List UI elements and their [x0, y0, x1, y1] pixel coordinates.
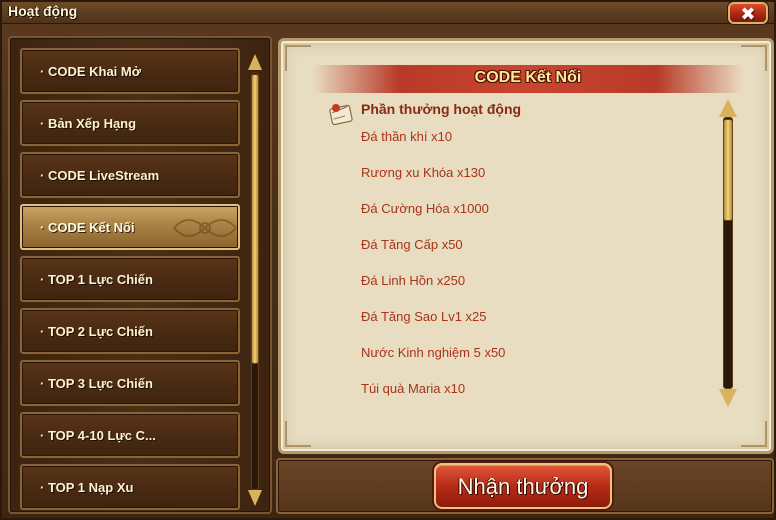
claim-reward-button[interactable]: Nhận thưởng [434, 463, 612, 509]
scroll-letter-icon [329, 104, 353, 126]
rewards-scrollbar[interactable] [719, 99, 737, 407]
detail-header-banner: CODE Kết Nối [313, 65, 743, 93]
arrow-down-icon[interactable] [248, 490, 262, 506]
menu-item-label: · TOP 3 Lực Chiến [40, 376, 153, 391]
menu-item-top1-nap-xu[interactable]: · TOP 1 Nạp Xu [20, 464, 240, 510]
menu-item-label: · TOP 1 Nạp Xu [40, 480, 134, 495]
reward-item: Túi quà Maria x10 [361, 381, 466, 396]
detail-header-title: CODE Kết Nối [474, 69, 582, 86]
corner-ornament [285, 45, 311, 71]
menu-item-label: · CODE Khai Mở [40, 64, 141, 79]
menu-item-code-ket-noi[interactable]: · CODE Kết Nối [20, 204, 240, 250]
reward-item: Đá Cường Hóa x1000 [361, 201, 489, 216]
close-icon: ✖ [740, 4, 756, 24]
corner-ornament [285, 421, 311, 447]
window-title: Hoạt động [8, 3, 78, 19]
menu-item-top1-luc-chien[interactable]: · TOP 1 Lực Chiến [20, 256, 240, 302]
menu-item-code-livestream[interactable]: · CODE LiveStream [20, 152, 240, 198]
menu-item-code-khai-mo[interactable]: · CODE Khai Mở [20, 48, 240, 94]
reward-item: Đá Tăng Cấp x50 [361, 237, 463, 252]
title-bar: Hoạt động [2, 2, 774, 24]
menu-scrollbar[interactable] [248, 54, 262, 506]
corner-ornament [741, 45, 767, 71]
claim-reward-label: Nhận thưởng [457, 474, 589, 499]
event-detail-panel: CODE Kết Nối Phần thưởng hoạt động Đá th… [278, 38, 774, 454]
corner-ornament [741, 421, 767, 447]
reward-item: Đá Linh Hồn x250 [361, 273, 466, 288]
arrow-up-icon[interactable] [248, 54, 262, 70]
reward-item: Đá thần khí x10 [361, 129, 453, 144]
menu-item-label: · TOP 1 Lực Chiến [40, 272, 153, 287]
menu-item-label: · TOP 4-10 Lực C... [40, 428, 156, 443]
reward-item: Nước Kinh nghiệm 5 x50 [361, 345, 506, 360]
ornament-icon [173, 219, 237, 237]
scroll-thumb[interactable] [251, 74, 259, 364]
event-menu-panel: · CODE Khai Mở · Bản Xếp Hạng · CODE Liv… [8, 36, 272, 514]
reward-section-title: Phần thưởng hoạt động [361, 101, 522, 117]
menu-item-top3-luc-chien[interactable]: · TOP 3 Lực Chiến [20, 360, 240, 406]
arrow-down-icon[interactable] [719, 389, 737, 407]
action-bar: Nhận thưởng [276, 458, 774, 514]
reward-item: Đá Tăng Sao Lv1 x25 [361, 309, 487, 324]
menu-item-label: · CODE Kết Nối [40, 220, 135, 235]
menu-item-label: · CODE LiveStream [40, 168, 160, 183]
event-window: Hoạt động ✖ · CODE Khai Mở · Bản Xếp Hạn… [0, 0, 776, 520]
close-button[interactable]: ✖ [728, 2, 768, 24]
menu-item-label: · Bản Xếp Hạng [40, 116, 137, 131]
menu-item-label: · TOP 2 Lực Chiến [40, 324, 153, 339]
menu-item-ban-xep-hang[interactable]: · Bản Xếp Hạng [20, 100, 240, 146]
arrow-up-icon[interactable] [719, 99, 737, 117]
menu-item-top4-10-luc-chien[interactable]: · TOP 4-10 Lực C... [20, 412, 240, 458]
reward-item: Rương xu Khóa x130 [361, 165, 486, 180]
scroll-thumb[interactable] [723, 119, 733, 221]
menu-item-top2-luc-chien[interactable]: · TOP 2 Lực Chiến [20, 308, 240, 354]
